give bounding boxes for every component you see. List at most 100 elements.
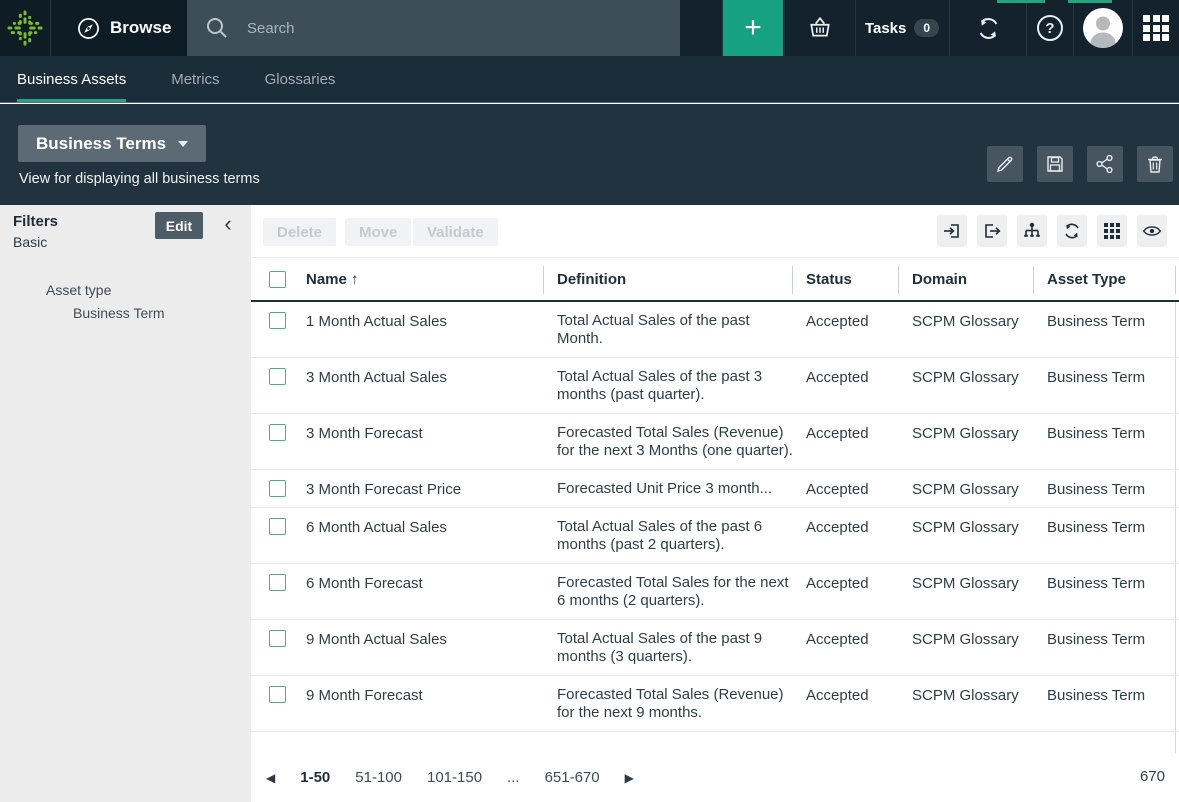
app-logo[interactable]	[0, 0, 50, 56]
hierarchy-button[interactable]	[1017, 215, 1047, 247]
browse-button[interactable]: Browse	[51, 0, 187, 56]
section-tab[interactable]: Business Assets	[17, 56, 126, 102]
cell-asset-type: Business Term	[1047, 631, 1145, 648]
page-link[interactable]: 651-670	[545, 769, 600, 786]
cell-name[interactable]: 9 Month Forecast	[306, 687, 423, 704]
preview-button[interactable]	[1137, 215, 1167, 247]
cell-domain[interactable]: SCPM Glossary	[912, 481, 1019, 498]
export-button[interactable]	[977, 215, 1007, 247]
cell-status: Accepted	[806, 631, 869, 648]
table-row[interactable]: 6 Month Actual Sales Total Actual Sales …	[251, 508, 1179, 564]
tasks-count-badge: 0	[914, 19, 939, 37]
delete-view-button[interactable]	[1137, 146, 1173, 182]
cell-domain[interactable]: SCPM Glossary	[912, 369, 1019, 386]
row-checkbox[interactable]	[269, 518, 286, 535]
grid-icon	[1103, 222, 1121, 240]
help-icon: ?	[1037, 15, 1063, 41]
share-view-button[interactable]	[1087, 146, 1123, 182]
tasks-button[interactable]: Tasks 0	[856, 0, 948, 56]
cell-name[interactable]: 9 Month Actual Sales	[306, 631, 447, 648]
refresh-icon	[1062, 221, 1082, 241]
cell-domain[interactable]: SCPM Glossary	[912, 425, 1019, 442]
chevron-down-icon	[178, 141, 188, 147]
filter-field-value[interactable]: Business Term	[73, 305, 165, 321]
cell-name[interactable]: 6 Month Actual Sales	[306, 519, 447, 536]
search-input[interactable]	[247, 20, 627, 37]
cell-name[interactable]: 3 Month Forecast Price	[306, 481, 461, 498]
row-checkbox[interactable]	[269, 424, 286, 441]
import-button[interactable]	[937, 215, 967, 247]
plus-icon: +	[744, 11, 762, 45]
cell-status: Accepted	[806, 481, 869, 498]
row-checkbox[interactable]	[269, 574, 286, 591]
row-checkbox[interactable]	[269, 312, 286, 329]
column-header-domain[interactable]: Domain	[912, 271, 967, 288]
collapse-sidebar-button[interactable]: ‹	[216, 210, 240, 238]
previous-page-button[interactable]: ◀	[266, 771, 275, 785]
column-resize-handle[interactable]	[1033, 266, 1034, 294]
edit-filters-button[interactable]: Edit	[155, 212, 203, 239]
column-header-name[interactable]: Name ↑	[306, 271, 359, 288]
table-row[interactable]: 3 Month Forecast Forecasted Total Sales …	[251, 414, 1179, 470]
section-tab[interactable]: Glossaries	[265, 56, 336, 102]
user-menu-button[interactable]	[1074, 0, 1132, 56]
cell-name[interactable]: 1 Month Actual Sales	[306, 313, 447, 330]
column-header-asset-type[interactable]: Asset Type	[1047, 271, 1126, 288]
divider	[50, 0, 51, 56]
page-links: 1-50 51-100 101-150 ... 651-	[300, 769, 599, 786]
column-resize-handle[interactable]	[792, 266, 793, 294]
next-page-button[interactable]: ▶	[625, 771, 634, 785]
view-title: Business Terms	[36, 134, 166, 154]
table-body: 1 Month Actual Sales Total Actual Sales …	[251, 302, 1179, 732]
column-resize-handle[interactable]	[543, 266, 544, 294]
cell-name[interactable]: 3 Month Actual Sales	[306, 369, 447, 386]
cell-domain[interactable]: SCPM Glossary	[912, 519, 1019, 536]
row-checkbox[interactable]	[269, 630, 286, 647]
cell-domain[interactable]: SCPM Glossary	[912, 687, 1019, 704]
row-checkbox[interactable]	[269, 686, 286, 703]
create-asset-button[interactable]: +	[723, 0, 783, 56]
cell-definition: Forecasted Total Sales (Revenue) for the…	[557, 414, 793, 469]
save-view-button[interactable]	[1037, 146, 1073, 182]
cell-domain[interactable]: SCPM Glossary	[912, 631, 1019, 648]
view-selector-button[interactable]: Business Terms	[18, 125, 206, 162]
page-link[interactable]: 1-50	[300, 769, 330, 786]
activity-sync-button[interactable]	[950, 0, 1026, 56]
edit-view-button[interactable]	[987, 146, 1023, 182]
column-resize-handle[interactable]	[898, 266, 899, 294]
cell-domain[interactable]: SCPM Glossary	[912, 575, 1019, 592]
compass-icon	[77, 17, 100, 40]
row-checkbox[interactable]	[269, 368, 286, 385]
page-link[interactable]: 101-150	[427, 769, 482, 786]
delete-button[interactable]: Delete	[263, 218, 336, 246]
column-resize-handle[interactable]	[1175, 266, 1176, 294]
column-header-definition[interactable]: Definition	[557, 271, 626, 288]
table-row[interactable]: 6 Month Forecast Forecasted Total Sales …	[251, 564, 1179, 620]
grid-view-button[interactable]	[1097, 215, 1127, 247]
data-basket-button[interactable]	[790, 0, 850, 56]
cell-name[interactable]: 6 Month Forecast	[306, 575, 423, 592]
cell-name[interactable]: 3 Month Forecast	[306, 425, 423, 442]
section-tab[interactable]: Metrics	[171, 56, 219, 102]
cell-status: Accepted	[806, 687, 869, 704]
cell-status: Accepted	[806, 519, 869, 536]
help-button[interactable]: ?	[1027, 0, 1073, 56]
filters-sidebar: Filters Basic Edit ‹ Asset type Business…	[0, 205, 251, 802]
filter-field-label: Asset type	[46, 282, 111, 298]
app-switcher-button[interactable]	[1133, 0, 1179, 56]
validate-button[interactable]: Validate	[413, 218, 498, 246]
table-row[interactable]: 9 Month Actual Sales Total Actual Sales …	[251, 620, 1179, 676]
cell-domain[interactable]: SCPM Glossary	[912, 313, 1019, 330]
row-checkbox[interactable]	[269, 480, 286, 497]
select-all-checkbox[interactable]	[269, 271, 286, 288]
tab-label: Metrics	[171, 71, 219, 88]
table-row[interactable]: 3 Month Actual Sales Total Actual Sales …	[251, 358, 1179, 414]
page-link[interactable]: ...	[507, 769, 520, 786]
table-row[interactable]: 1 Month Actual Sales Total Actual Sales …	[251, 302, 1179, 358]
page-link[interactable]: 51-100	[355, 769, 402, 786]
refresh-button[interactable]	[1057, 215, 1087, 247]
column-header-status[interactable]: Status	[806, 271, 852, 288]
move-button[interactable]: Move	[345, 218, 411, 246]
table-row[interactable]: 9 Month Forecast Forecasted Total Sales …	[251, 676, 1179, 732]
table-row[interactable]: 3 Month Forecast Price Forecasted Unit P…	[251, 470, 1179, 508]
